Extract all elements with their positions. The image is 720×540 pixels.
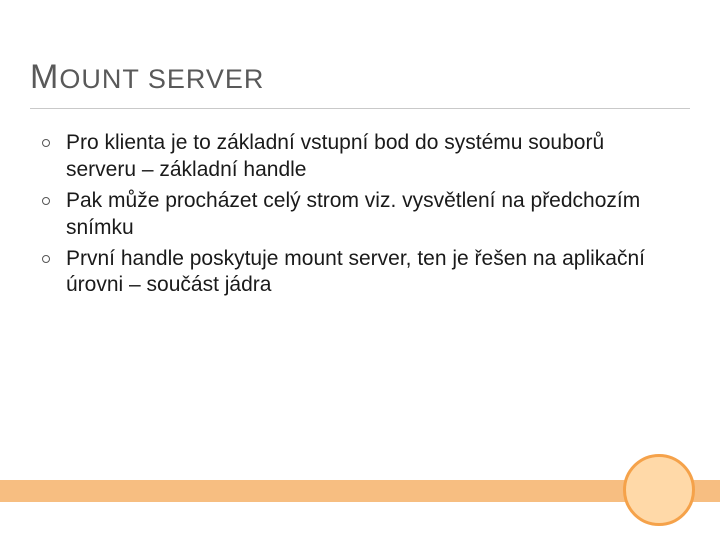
- title-first-letter: M: [30, 58, 59, 96]
- slide: MOUNT SERVER Pro klienta je to základní …: [0, 0, 720, 540]
- list-item: První handle poskytuje mount server, ten…: [38, 246, 660, 300]
- content-area: Pro klienta je to základní vstupní bod d…: [38, 130, 660, 303]
- bullet-list: Pro klienta je to základní vstupní bod d…: [38, 130, 660, 299]
- title-rest: OUNT SERVER: [59, 64, 264, 94]
- slide-title: MOUNT SERVER: [30, 58, 690, 97]
- list-item: Pak může procházet celý strom viz. vysvě…: [38, 188, 660, 242]
- title-divider: [30, 108, 690, 109]
- footer-accent-circle-icon: [623, 454, 695, 526]
- footer-accent-bar: [0, 480, 720, 502]
- list-item: Pro klienta je to základní vstupní bod d…: [38, 130, 660, 184]
